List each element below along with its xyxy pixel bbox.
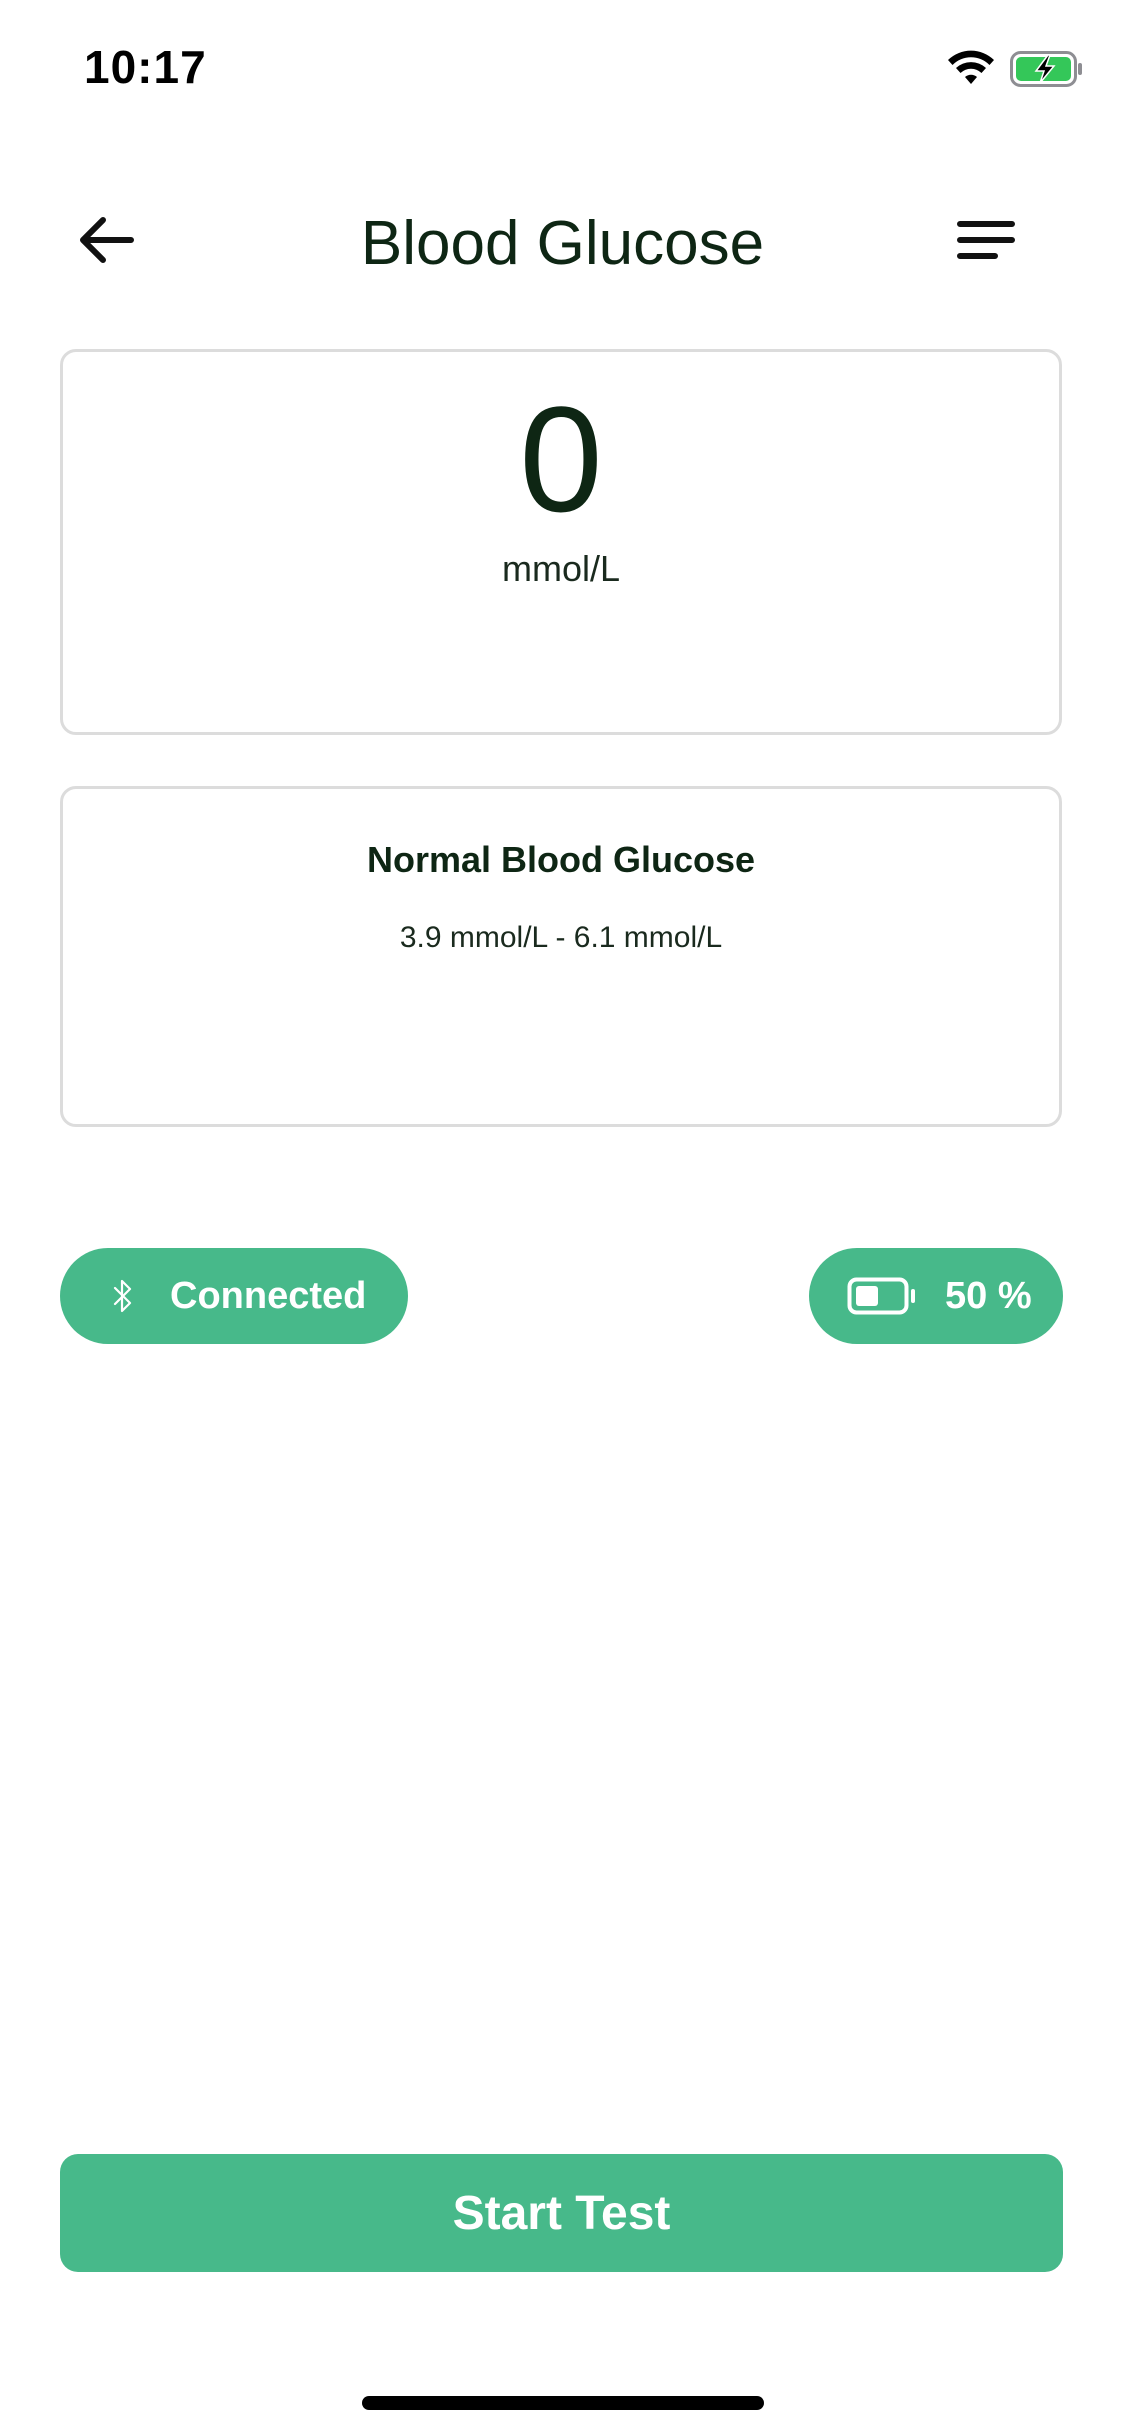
battery-level-label: 50 % (945, 1274, 1032, 1317)
battery-charging-icon (1010, 51, 1082, 87)
battery-level-fill (856, 1286, 878, 1306)
hamburger-menu-icon (957, 221, 1015, 259)
home-indicator (362, 2396, 764, 2410)
glucose-reading-value: 0 (519, 375, 603, 543)
menu-button[interactable] (956, 212, 1016, 268)
reading-card: 0 mmol/L (60, 349, 1062, 735)
normal-range-title: Normal Blood Glucose (366, 839, 756, 880)
wifi-icon (948, 50, 994, 84)
device-battery-badge: 50 % (809, 1248, 1063, 1344)
status-time: 10:17 (84, 41, 207, 93)
glucose-reading-unit: mmol/L (501, 548, 621, 589)
battery-icon (847, 1277, 917, 1315)
status-bar: 10:17 (0, 0, 1125, 140)
bluetooth-icon (110, 1276, 136, 1316)
connection-status-label: Connected (170, 1274, 367, 1317)
normal-range-card: Normal Blood Glucose 3.9 mmol/L - 6.1 mm… (60, 786, 1062, 1127)
start-test-button[interactable]: Start Test (60, 2154, 1063, 2272)
normal-range-value: 3.9 mmol/L - 6.1 mmol/L (399, 921, 723, 954)
connection-status-badge[interactable]: Connected (60, 1248, 408, 1344)
nav-bar: Blood Glucose (0, 190, 1125, 290)
